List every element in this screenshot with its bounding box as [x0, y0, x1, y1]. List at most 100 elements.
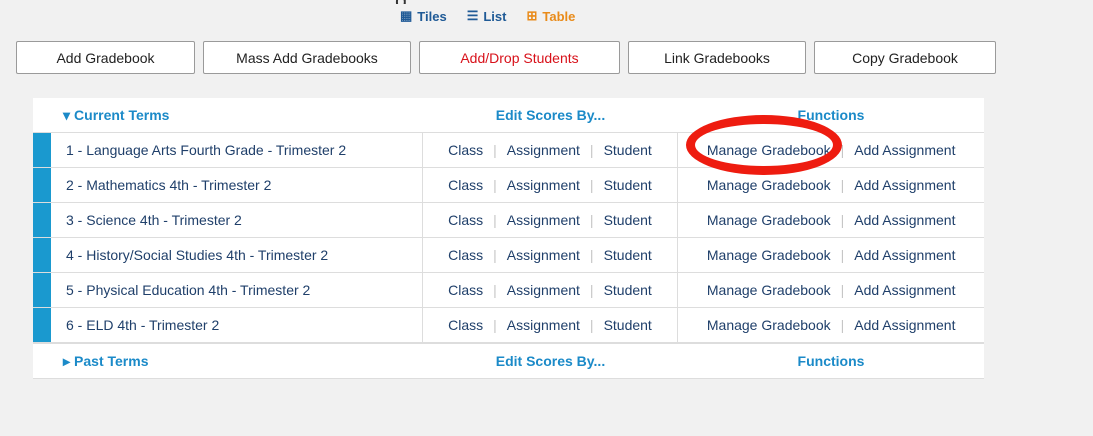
add-assignment-link[interactable]: Add Assignment	[854, 177, 955, 193]
current-terms-header: ▾ Current Terms Edit Scores By... Functi…	[33, 98, 984, 132]
view-tiles-label: Tiles	[417, 8, 447, 24]
copy-gradebook-button[interactable]: Copy Gradebook	[814, 41, 996, 74]
separator: |	[840, 142, 845, 158]
edit-by-class-link[interactable]: Class	[448, 247, 483, 263]
past-terms-header: ▸ Past Terms Edit Scores By... Functions	[33, 343, 984, 379]
separator: |	[840, 177, 845, 193]
row-color-stripe	[33, 168, 51, 202]
separator: |	[493, 282, 497, 298]
toolbar: Add Gradebook Mass Add Gradebooks Add/Dr…	[16, 41, 996, 74]
view-tiles[interactable]: ▦ Tiles	[400, 8, 447, 24]
separator: |	[840, 317, 845, 333]
view-table-label: Table	[542, 8, 576, 24]
edit-by-assignment-link[interactable]: Assignment	[507, 317, 580, 333]
view-list[interactable]: ☰ List	[467, 8, 507, 24]
list-icon: ☰	[466, 8, 479, 23]
functions-cell: Manage Gradebook | Add Assignment	[678, 203, 984, 237]
separator: |	[589, 282, 594, 298]
view-switcher: ▦ Tiles ☰ List ⊞ Table	[400, 8, 575, 24]
edit-by-assignment-link[interactable]: Assignment	[507, 177, 580, 193]
manage-gradebook-link[interactable]: Manage Gradebook	[707, 317, 831, 333]
edit-by-student-link[interactable]: Student	[604, 212, 652, 228]
row-color-stripe	[33, 133, 51, 167]
edit-by-student-link[interactable]: Student	[604, 177, 652, 193]
link-gradebooks-button[interactable]: Link Gradebooks	[628, 41, 806, 74]
add-assignment-link[interactable]: Add Assignment	[854, 282, 955, 298]
edit-by-class-link[interactable]: Class	[448, 282, 483, 298]
separator: |	[493, 212, 497, 228]
row-color-stripe	[33, 203, 51, 237]
caret-down-icon: ▾	[63, 106, 71, 123]
current-terms-toggle[interactable]: ▾ Current Terms	[33, 107, 423, 124]
edit-by-class-link[interactable]: Class	[448, 317, 483, 333]
separator: |	[589, 212, 594, 228]
add-assignment-link[interactable]: Add Assignment	[854, 142, 955, 158]
functions-cell: Manage Gradebook | Add Assignment	[678, 238, 984, 272]
add-assignment-link[interactable]: Add Assignment	[854, 247, 955, 263]
edit-by-assignment-link[interactable]: Assignment	[507, 212, 580, 228]
edit-scores-cell: Class | Assignment | Student	[423, 238, 679, 272]
past-functions-header: Functions	[797, 353, 865, 369]
separator: |	[493, 317, 497, 333]
gradebook-table: ▾ Current Terms Edit Scores By... Functi…	[33, 98, 984, 379]
edit-scores-cell: Class | Assignment | Student	[423, 308, 679, 342]
edit-by-student-link[interactable]: Student	[604, 282, 652, 298]
manage-gradebook-link[interactable]: Manage Gradebook	[707, 247, 831, 263]
manage-gradebook-link[interactable]: Manage Gradebook	[707, 282, 831, 298]
view-table[interactable]: ⊞ Table	[526, 8, 575, 24]
mass-add-gradebooks-button[interactable]: Mass Add Gradebooks	[203, 41, 411, 74]
row-color-stripe	[33, 308, 51, 342]
separator: |	[589, 247, 594, 263]
separator: |	[840, 282, 845, 298]
table-row: 6 - ELD 4th - Trimester 2 Class | Assign…	[33, 307, 984, 343]
separator: |	[493, 142, 497, 158]
edit-by-assignment-link[interactable]: Assignment	[507, 247, 580, 263]
current-terms-label: Current Terms	[74, 107, 170, 123]
manage-gradebook-link[interactable]: Manage Gradebook	[707, 142, 831, 158]
separator: |	[840, 212, 845, 228]
edit-scores-cell: Class | Assignment | Student	[423, 133, 679, 167]
manage-gradebook-link[interactable]: Manage Gradebook	[707, 212, 831, 228]
separator: |	[840, 247, 845, 263]
add-drop-students-button[interactable]: Add/Drop Students	[419, 41, 620, 74]
manage-gradebook-link[interactable]: Manage Gradebook	[707, 177, 831, 193]
functions-cell: Manage Gradebook | Add Assignment	[678, 308, 984, 342]
gradebook-name-link[interactable]: 3 - Science 4th - Trimester 2	[51, 203, 423, 237]
edit-by-assignment-link[interactable]: Assignment	[507, 282, 580, 298]
past-terms-toggle[interactable]: ▸ Past Terms	[33, 353, 423, 370]
grid-icon: ▦	[400, 8, 413, 23]
edit-by-class-link[interactable]: Class	[448, 177, 483, 193]
past-terms-label: Past Terms	[74, 353, 149, 369]
edit-by-student-link[interactable]: Student	[604, 142, 652, 158]
gradebook-page: g ▦ Tiles ☰ List ⊞ Table Add Gradebook M…	[0, 0, 1093, 436]
caret-right-icon: ▸	[63, 352, 71, 369]
edit-by-class-link[interactable]: Class	[448, 142, 483, 158]
separator: |	[589, 142, 594, 158]
past-edit-scores-header: Edit Scores By...	[495, 353, 606, 369]
functions-cell: Manage Gradebook | Add Assignment	[678, 168, 984, 202]
edit-by-class-link[interactable]: Class	[448, 212, 483, 228]
functions-header: Functions	[797, 107, 865, 123]
add-assignment-link[interactable]: Add Assignment	[854, 212, 955, 228]
functions-cell: Manage Gradebook | Add Assignment	[678, 273, 984, 307]
gradebook-name-link[interactable]: 2 - Mathematics 4th - Trimester 2	[51, 168, 423, 202]
gradebook-name-link[interactable]: 5 - Physical Education 4th - Trimester 2	[51, 273, 423, 307]
gradebook-name-link[interactable]: 1 - Language Arts Fourth Grade - Trimest…	[51, 133, 423, 167]
table-icon: ⊞	[526, 8, 538, 23]
edit-by-student-link[interactable]: Student	[604, 317, 652, 333]
edit-scores-cell: Class | Assignment | Student	[423, 273, 679, 307]
add-assignment-link[interactable]: Add Assignment	[854, 317, 955, 333]
gradebook-name-link[interactable]: 6 - ELD 4th - Trimester 2	[51, 308, 423, 342]
edit-by-assignment-link[interactable]: Assignment	[507, 142, 580, 158]
edit-scores-cell: Class | Assignment | Student	[423, 203, 679, 237]
table-row: 2 - Mathematics 4th - Trimester 2 Class …	[33, 167, 984, 202]
table-row: 5 - Physical Education 4th - Trimester 2…	[33, 272, 984, 307]
table-row: 4 - History/Social Studies 4th - Trimest…	[33, 237, 984, 272]
add-gradebook-button[interactable]: Add Gradebook	[16, 41, 195, 74]
row-color-stripe	[33, 238, 51, 272]
separator: |	[589, 317, 594, 333]
separator: |	[493, 247, 497, 263]
table-row: 1 - Language Arts Fourth Grade - Trimest…	[33, 132, 984, 167]
gradebook-name-link[interactable]: 4 - History/Social Studies 4th - Trimest…	[51, 238, 423, 272]
edit-by-student-link[interactable]: Student	[604, 247, 652, 263]
